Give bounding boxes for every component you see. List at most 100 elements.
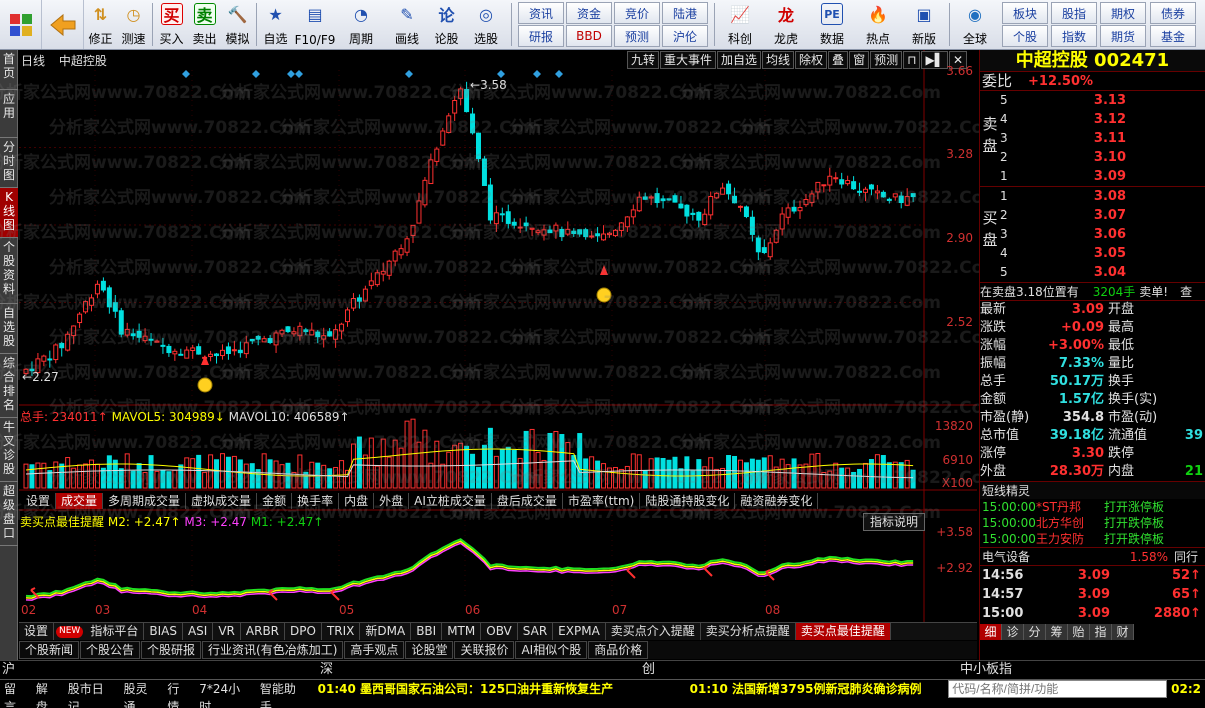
volume-tab[interactable]: 市盈率(ttm): [562, 493, 641, 509]
indicator-desc-button[interactable]: 指标说明: [862, 513, 925, 531]
sidebar-item-home[interactable]: 首页: [0, 50, 18, 90]
volume-tab[interactable]: 虚拟成交量: [186, 493, 258, 509]
up-down-button[interactable]: ⇅ 修正: [84, 0, 117, 49]
bond-button[interactable]: 债券: [1150, 2, 1196, 24]
forum-button[interactable]: 论论股: [430, 0, 463, 49]
news-tab[interactable]: 高手观点: [344, 641, 405, 659]
volume-tab[interactable]: 内盘: [339, 493, 375, 509]
fund-market-button[interactable]: 基金: [1150, 25, 1196, 47]
indicator-tab[interactable]: 设置: [19, 623, 55, 640]
simulate-button[interactable]: 🔨 模拟: [221, 0, 254, 49]
sell-level-row[interactable]: 2 3.10: [980, 148, 1205, 167]
nine-turn-button[interactable]: 九转: [626, 51, 659, 69]
volume-tab[interactable]: 陆股通持股变化: [640, 493, 736, 509]
indicator-tab[interactable]: BIAS: [144, 623, 183, 640]
indicator-tab[interactable]: VR: [213, 623, 241, 640]
indicator-tab[interactable]: TRIX: [322, 623, 361, 640]
stock-picker-button[interactable]: ◎ 选股: [463, 0, 509, 49]
futures-button[interactable]: 期货: [1100, 25, 1146, 47]
news-tab[interactable]: 个股研报: [141, 641, 202, 659]
buy-level-row[interactable]: 1 3.08: [980, 187, 1205, 206]
sidebar-item-ranking[interactable]: 综合排名: [0, 354, 18, 418]
status-assistant[interactable]: 智能助手: [256, 680, 312, 708]
stocks-button[interactable]: 个股: [1002, 25, 1048, 47]
buy-level-row[interactable]: 4 3.05: [980, 244, 1205, 263]
side-tab[interactable]: 贻: [1068, 624, 1090, 640]
research-button[interactable]: 研报: [518, 25, 564, 47]
draw-line-button[interactable]: ✎ 画线: [384, 0, 430, 49]
side-tab[interactable]: 指: [1090, 624, 1112, 640]
indicator-tab[interactable]: OBV: [481, 623, 518, 640]
stock-index-button[interactable]: 股指: [1051, 2, 1097, 24]
side-tab[interactable]: 分: [1024, 624, 1046, 640]
fund-button[interactable]: 资金: [566, 2, 612, 24]
period-button[interactable]: ◔ 周期: [338, 0, 384, 49]
news-tab[interactable]: 论股堂: [405, 641, 454, 659]
side-tab[interactable]: 诊: [1002, 624, 1024, 640]
status-message[interactable]: 留言: [0, 680, 32, 708]
news-tab[interactable]: 关联报价: [454, 641, 515, 659]
bbd-button[interactable]: BBD: [566, 25, 612, 47]
sidebar-item-watchlist[interactable]: 自选股: [0, 304, 18, 354]
news-item[interactable]: 15:00:00 *ST丹邦 打开涨停板: [980, 499, 1205, 515]
indicator-tab[interactable]: 指标平台: [85, 623, 145, 640]
ex-right-button[interactable]: 除权: [795, 51, 828, 69]
sell-level-row[interactable]: 4 3.12: [980, 110, 1205, 129]
hk-connect-button[interactable]: 陆港: [662, 2, 708, 24]
news-tab[interactable]: 商品价格: [588, 641, 649, 659]
volume-tab[interactable]: 金额: [257, 493, 293, 509]
news-tab[interactable]: 行业资讯(有色冶炼加工): [202, 641, 344, 659]
code-search-input[interactable]: [948, 680, 1168, 698]
index-zx[interactable]: 中小板指: [960, 661, 1012, 678]
window-button[interactable]: 窗: [849, 51, 870, 69]
f10-button[interactable]: ▤ F10/F9: [292, 0, 338, 49]
dragon-tiger-button[interactable]: 龙龙虎: [763, 0, 809, 49]
buy-level-row[interactable]: 3 3.06: [980, 225, 1205, 244]
lock-icon[interactable]: ⊓: [903, 51, 921, 69]
volume-tab[interactable]: 设置: [21, 493, 57, 509]
expand-icon[interactable]: ▶▌: [921, 51, 948, 69]
index-cy[interactable]: 创: [642, 661, 960, 678]
new-version-button[interactable]: ▣ 新版: [901, 0, 947, 49]
star-market-button[interactable]: 📈 科创: [717, 0, 763, 49]
speed-test-button[interactable]: ◷ 测速: [117, 0, 150, 49]
sell-level-row[interactable]: 5 3.13: [980, 91, 1205, 110]
overlay-button[interactable]: 叠: [828, 51, 849, 69]
news-tab[interactable]: 个股新闻: [19, 641, 80, 659]
watchlist-button[interactable]: ★ 自选: [259, 0, 292, 49]
shanghai-london-button[interactable]: 沪伦: [662, 25, 708, 47]
index-button[interactable]: 指数: [1051, 25, 1097, 47]
news-item[interactable]: 15:00:00 北方华创 打开跌停板: [980, 515, 1205, 531]
status-diary[interactable]: 股市日记: [64, 680, 120, 708]
volume-tab[interactable]: 外盘: [374, 493, 410, 509]
index-sh[interactable]: 沪: [0, 661, 320, 678]
sell-level-row[interactable]: 3 3.11: [980, 129, 1205, 148]
status-link[interactable]: 股灵通: [120, 680, 164, 708]
volume-tab[interactable]: 换手率: [292, 493, 340, 509]
major-events-button[interactable]: 重大事件: [659, 51, 716, 69]
auction-button[interactable]: 竞价: [614, 2, 660, 24]
sell-button[interactable]: 卖卖出: [188, 0, 221, 49]
volume-tab[interactable]: 融资融券变化: [735, 493, 819, 509]
status-quotes[interactable]: 行情: [163, 680, 195, 708]
volume-tab[interactable]: 多周期成交量: [103, 493, 187, 509]
sidebar-item-timeline[interactable]: 分时图: [0, 138, 18, 188]
buy-button[interactable]: 买买入: [155, 0, 188, 49]
news-tab[interactable]: AI相似个股: [515, 641, 588, 659]
status-24h[interactable]: 7*24小时: [195, 680, 256, 708]
indicator-tab[interactable]: 卖买点介入提醒: [606, 623, 701, 640]
sell-level-row[interactable]: 1 3.09: [980, 167, 1205, 186]
side-tab[interactable]: 细: [980, 624, 1002, 640]
sidebar-item-profile[interactable]: 个股资料: [0, 238, 18, 304]
news-ticker-1[interactable]: 01:40 墨西哥国家石油公司：125口油井重新恢复生产: [312, 680, 690, 698]
indicator-tab[interactable]: MTM: [442, 623, 482, 640]
sidebar-item-super-quote[interactable]: 超级盘口: [0, 482, 18, 546]
indicator-tab[interactable]: DPO: [285, 623, 322, 640]
index-sz[interactable]: 深: [320, 661, 642, 678]
sector-name[interactable]: 电气设备: [980, 548, 1100, 565]
volume-tab[interactable]: 盘后成交量: [491, 493, 563, 509]
indicator-tab[interactable]: ARBR: [241, 623, 286, 640]
indicator-tab[interactable]: 卖买点最佳提醒: [795, 623, 891, 640]
buy-level-row[interactable]: 2 3.07: [980, 206, 1205, 225]
volume-tab[interactable]: 成交量: [56, 493, 104, 509]
